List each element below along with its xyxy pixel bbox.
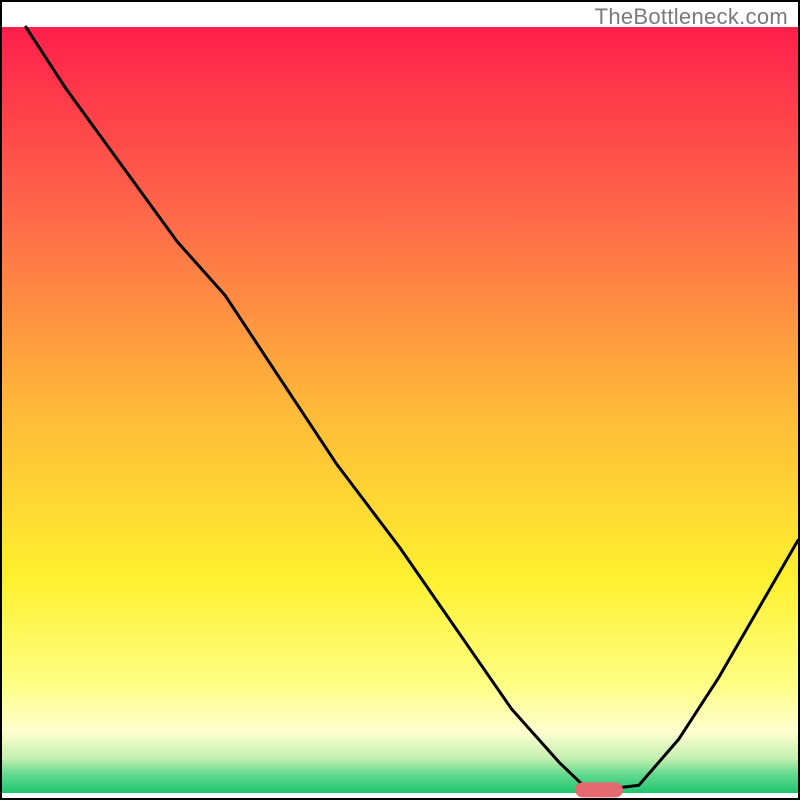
watermark-label: TheBottleneck.com [595, 4, 788, 30]
optimum-marker [575, 782, 623, 797]
bottleneck-chart [2, 2, 798, 798]
gradient-background [2, 27, 798, 793]
chart-frame: TheBottleneck.com [0, 0, 800, 800]
